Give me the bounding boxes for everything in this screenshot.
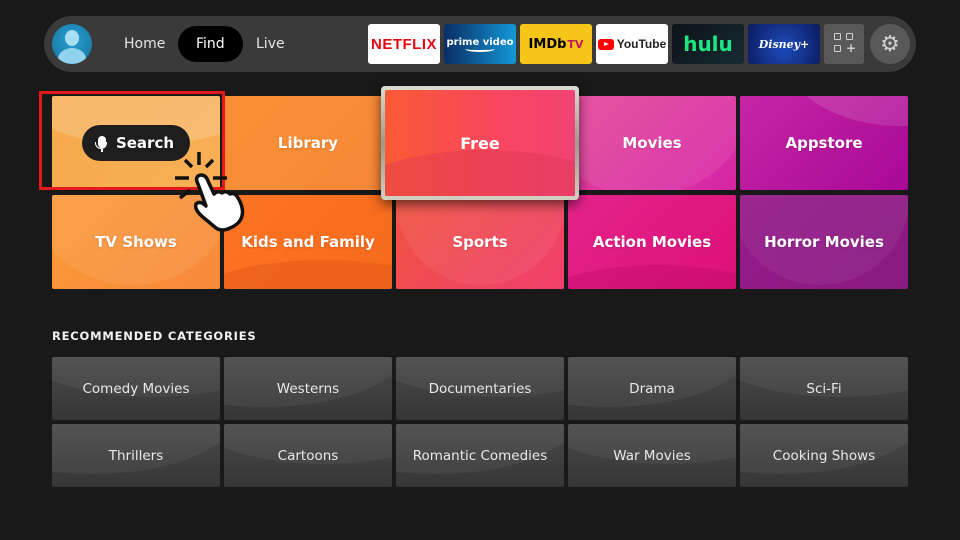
click-burst-line	[183, 158, 194, 169]
recommended-category-label: Sci-Fi	[806, 380, 842, 397]
tab-live[interactable]: Live	[238, 26, 303, 62]
hand-shape	[193, 173, 245, 232]
recommended-category-label: Thrillers	[108, 447, 164, 464]
recommended-category[interactable]: Westerns	[224, 357, 392, 420]
click-burst-line	[178, 188, 192, 200]
category-label: Horror Movies	[764, 233, 884, 251]
recommended-category[interactable]: War Movies	[568, 424, 736, 487]
tile-decoration	[224, 260, 392, 289]
category-horror-movies[interactable]: Horror Movies	[740, 195, 908, 289]
category-label: Movies	[622, 134, 682, 152]
pointer-hand-cursor-icon	[175, 152, 245, 232]
disney-plus-logo: Disney+	[758, 37, 810, 51]
settings-button[interactable]: ⚙	[870, 24, 910, 64]
app-youtube[interactable]: YouTube	[596, 24, 668, 64]
recommended-category-label: Cartoons	[277, 447, 339, 464]
apps-grid-add-icon	[846, 33, 853, 40]
recommended-category[interactable]: Sci-Fi	[740, 357, 908, 420]
recommended-category-label: Documentaries	[428, 380, 532, 397]
category-free-focused[interactable]: Free	[381, 86, 579, 200]
apps-grid-button[interactable]: +	[824, 24, 864, 64]
click-burst-line	[204, 158, 215, 169]
apps-grid-add-icon	[834, 45, 841, 52]
search-label: Search	[115, 134, 175, 152]
recommended-category-label: Westerns	[276, 380, 340, 397]
category-sports[interactable]: Sports	[396, 195, 564, 289]
profile-avatar[interactable]	[52, 24, 92, 64]
recommended-category-label: Cooking Shows	[772, 447, 876, 464]
recommended-category[interactable]: Cooking Shows	[740, 424, 908, 487]
hulu-logo: hulu	[683, 32, 733, 56]
app-netflix[interactable]: NETFLIX	[368, 24, 440, 64]
app-prime-video[interactable]: prime video	[444, 24, 516, 64]
recommended-category[interactable]: Comedy Movies	[52, 357, 220, 420]
tab-find[interactable]: Find	[178, 26, 243, 62]
youtube-logo: YouTube	[616, 37, 667, 51]
app-disney-plus[interactable]: Disney+	[748, 24, 820, 64]
apps-grid-add-icon	[834, 33, 841, 40]
category-label: Free	[460, 133, 500, 153]
category-label: TV Shows	[95, 233, 177, 251]
plus-icon: +	[846, 41, 857, 55]
category-label: Library	[277, 134, 339, 152]
recommended-categories-heading: RECOMMENDED CATEGORIES	[52, 329, 257, 343]
category-label: Sports	[452, 233, 508, 251]
amazon-smile-icon	[465, 46, 495, 52]
recommended-category-label: Comedy Movies	[82, 380, 190, 397]
tile-decoration	[385, 150, 575, 196]
category-free[interactable]: Free	[385, 90, 575, 196]
tab-home[interactable]: Home	[106, 26, 183, 62]
microphone-icon	[94, 135, 107, 152]
app-hulu[interactable]: hulu	[672, 24, 744, 64]
tile-decoration	[568, 265, 736, 289]
category-appstore[interactable]: Appstore	[740, 96, 908, 190]
recommended-category[interactable]: Documentaries	[396, 357, 564, 420]
recommended-category-label: War Movies	[613, 447, 691, 464]
youtube-play-icon	[597, 38, 614, 50]
avatar-body	[58, 48, 86, 64]
app-imdb-tv[interactable]: IMDb TV	[520, 24, 592, 64]
top-nav-bar: Home Find Live NETFLIX prime video IMDb T…	[44, 16, 916, 72]
recommended-category[interactable]: Drama	[568, 357, 736, 420]
category-label: Action Movies	[592, 233, 712, 251]
recommended-category-label: Romantic Comedies	[412, 447, 548, 464]
recommended-category[interactable]: Thrillers	[52, 424, 220, 487]
netflix-logo: NETFLIX	[371, 35, 437, 53]
tile-decoration	[780, 96, 908, 126]
recommended-category[interactable]: Cartoons	[224, 424, 392, 487]
recommended-category[interactable]: Romantic Comedies	[396, 424, 564, 487]
category-movies[interactable]: Movies	[568, 96, 736, 190]
gear-icon: ⚙	[880, 31, 900, 57]
category-label: Appstore	[785, 134, 863, 152]
imdb-logo: IMDb	[528, 36, 567, 52]
recommended-category-label: Drama	[629, 380, 675, 397]
imdb-tv-suffix: TV	[567, 37, 584, 51]
avatar-head	[65, 30, 79, 46]
category-action-movies[interactable]: Action Movies	[568, 195, 736, 289]
category-label: Kids and Family	[241, 233, 375, 251]
